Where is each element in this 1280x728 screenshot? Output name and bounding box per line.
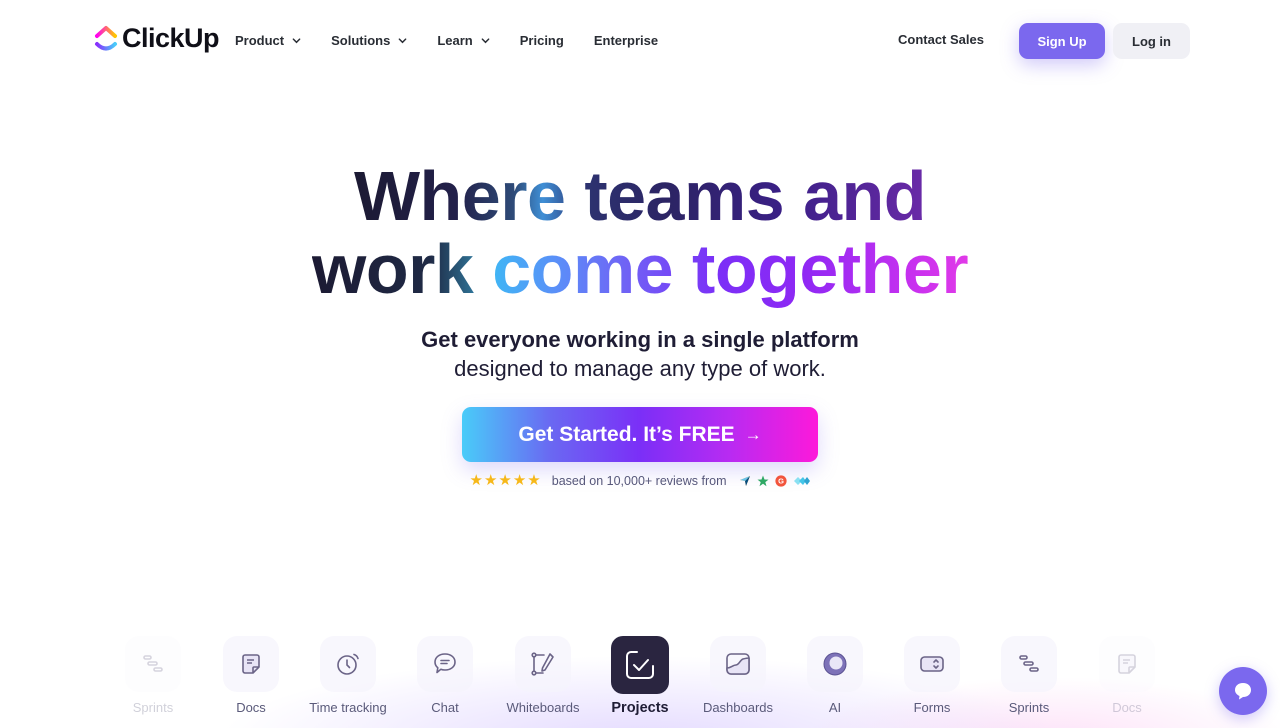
feature-tile — [223, 636, 279, 692]
trustpilot-icon — [757, 475, 769, 487]
arrow-right-icon: → — [744, 424, 762, 444]
feature-tile — [320, 636, 376, 692]
hero-subtitle-bold: Get everyone working in a single platfor… — [421, 327, 859, 352]
feature-tile-active — [611, 636, 669, 694]
feature-sprints[interactable]: Sprints — [103, 636, 203, 715]
feature-tile — [710, 636, 766, 692]
feature-label: Sprints — [132, 700, 174, 715]
star-icon: ★ — [469, 472, 483, 489]
reviews-bar: ★ ★ ★ ★ ★ based on 10,000+ reviews from … — [0, 472, 1280, 490]
feature-label: Dashboards — [702, 700, 774, 715]
feature-ai[interactable]: AI — [785, 636, 885, 715]
nav-pricing[interactable]: Pricing — [520, 30, 564, 50]
feature-label: Forms — [913, 700, 951, 715]
star-icon: ★ — [512, 472, 527, 489]
feature-tile — [807, 636, 863, 692]
feature-docs[interactable]: Docs — [201, 636, 301, 715]
star-rating: ★ ★ ★ ★ ★ — [469, 472, 540, 490]
capterra-icon — [739, 476, 750, 486]
feature-tile — [417, 636, 473, 692]
g2-icon: G — [774, 475, 787, 487]
star-icon: ★ — [527, 472, 541, 489]
getapp-icon — [793, 477, 810, 485]
review-sources: G — [739, 475, 811, 487]
chevron-down-icon — [398, 37, 407, 43]
log-in-button[interactable]: Log in — [1113, 23, 1190, 59]
feature-docs-2[interactable]: Docs — [1077, 636, 1177, 715]
sign-up-button[interactable]: Sign Up — [1019, 23, 1105, 59]
feature-dashboards[interactable]: Dashboards — [688, 636, 788, 715]
feature-carousel: Sprints Docs Time tracking Chat Whiteboa… — [0, 636, 1280, 728]
feature-label: Docs — [1112, 700, 1142, 715]
feature-label: AI — [828, 700, 842, 715]
checkbox-icon — [626, 651, 654, 679]
nav-enterprise-label: Enterprise — [593, 32, 659, 48]
nav-solutions-label: Solutions — [331, 32, 391, 48]
feature-forms[interactable]: Forms — [882, 636, 982, 715]
hero-title-line1: Where teams and — [353, 157, 927, 235]
feature-label: Sprints — [1008, 700, 1050, 715]
hero-title-line2: work come together — [311, 230, 969, 308]
docs-icon — [1118, 654, 1136, 674]
ai-icon — [823, 652, 847, 676]
feature-label: Whiteboards — [506, 700, 580, 715]
nav-learn[interactable]: Learn — [437, 30, 490, 50]
docs-icon — [242, 654, 260, 674]
feature-label: Chat — [431, 700, 459, 715]
feature-tile — [1099, 636, 1155, 692]
reviews-text: based on 10,000+ reviews from — [551, 474, 727, 488]
feature-tile — [515, 636, 571, 692]
nav-learn-label: Learn — [437, 32, 473, 48]
hero-subtitle: designed to manage any type of work. — [454, 356, 826, 381]
feature-label: Projects — [611, 700, 669, 716]
svg-text:G: G — [778, 477, 784, 486]
feature-tile — [904, 636, 960, 692]
clickup-logo-icon — [95, 25, 117, 50]
feature-tile — [1001, 636, 1057, 692]
contact-sales-link[interactable]: Contact Sales — [898, 32, 984, 47]
nav-product[interactable]: Product — [235, 30, 301, 50]
feature-tile — [125, 636, 181, 692]
chat-icon — [434, 653, 456, 674]
chat-bubble-icon — [1235, 683, 1251, 700]
hero-title: Where teams and work come together — [0, 160, 1280, 306]
nav-product-label: Product — [235, 32, 285, 48]
star-icon: ★ — [483, 472, 498, 489]
nav-pricing-label: Pricing — [519, 32, 564, 48]
chat-widget-button[interactable] — [1219, 667, 1267, 715]
whiteboard-icon — [531, 652, 554, 676]
feature-label: Docs — [236, 700, 266, 715]
sprints-icon — [143, 655, 163, 672]
feature-whiteboards[interactable]: Whiteboards — [493, 636, 593, 715]
feature-projects[interactable]: Projects — [590, 636, 690, 716]
get-started-button[interactable]: Get Started. It’s FREE → — [462, 407, 818, 462]
sprints-icon — [1019, 655, 1039, 672]
brand-name: ClickUp — [122, 23, 220, 53]
get-started-label: Get Started. It’s FREE — [518, 422, 735, 446]
clock-icon — [337, 653, 359, 675]
dashboard-icon — [726, 653, 750, 675]
feature-time-tracking[interactable]: Time tracking — [298, 636, 398, 715]
feature-chat[interactable]: Chat — [395, 636, 495, 715]
star-icon: ★ — [498, 472, 512, 489]
feature-label: Time tracking — [309, 700, 387, 715]
feature-sprints-2[interactable]: Sprints — [979, 636, 1079, 715]
forms-icon — [920, 656, 944, 672]
chevron-down-icon — [481, 37, 490, 43]
clickup-logo[interactable]: ClickUp — [94, 23, 220, 54]
chevron-down-icon — [292, 37, 301, 43]
site-header: ClickUp Product Solutions Learn Pricing … — [0, 0, 1280, 80]
nav-enterprise[interactable]: Enterprise — [594, 30, 658, 50]
nav-solutions[interactable]: Solutions — [331, 30, 407, 50]
main-nav: Product Solutions Learn Pricing Enterpri… — [235, 30, 688, 50]
